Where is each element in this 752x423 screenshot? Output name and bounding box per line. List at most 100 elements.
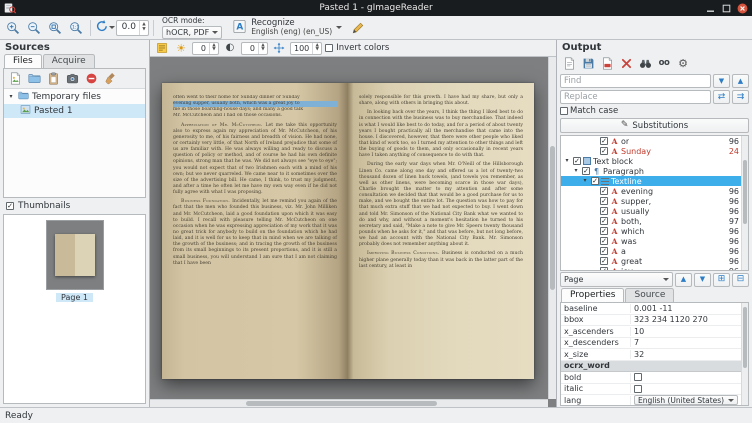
hocr-word-row[interactable]: Agreat96 <box>561 256 741 266</box>
resolution-value[interactable]: 100 <box>291 43 312 54</box>
find-replace-button[interactable] <box>636 55 654 72</box>
layout-button[interactable] <box>154 41 170 56</box>
properties-scrollbar[interactable] <box>741 303 748 405</box>
resolution-spinbox[interactable]: 100 ▲▼ <box>290 42 322 55</box>
replace-button[interactable]: ⇄ <box>713 90 730 104</box>
expander-icon[interactable] <box>572 168 580 174</box>
add-folder-button[interactable] <box>25 70 43 87</box>
hocr-word-row[interactable]: Ausually96 <box>561 206 741 216</box>
rotation-spinbox[interactable]: 0.0 ▲▼ <box>116 20 149 36</box>
previous-item-button[interactable]: ▲ <box>675 273 692 287</box>
substitutions-button[interactable]: oo <box>655 55 673 72</box>
canvas-horizontal-scrollbar[interactable] <box>150 399 548 407</box>
collapse-all-button[interactable]: ⊟ <box>732 273 749 287</box>
find-input[interactable] <box>560 74 711 88</box>
visibility-checkbox[interactable] <box>600 227 608 235</box>
brightness-value[interactable]: 0 <box>193 43 209 54</box>
scrollbar-thumb[interactable] <box>743 160 747 224</box>
brightness-spinbox[interactable]: 0 ▲▼ <box>192 42 219 55</box>
tree-node-temporary-files[interactable]: Temporary files <box>4 90 145 104</box>
zoom-fit-button[interactable] <box>45 18 65 38</box>
hocr-word-row[interactable]: Awhich96 <box>561 226 741 236</box>
zoom-original-button[interactable]: 1:1 <box>66 18 86 38</box>
screenshot-button[interactable] <box>63 70 81 87</box>
sources-file-tree[interactable]: Temporary files Pasted 1 <box>4 89 145 197</box>
scrollbar-thumb[interactable] <box>743 307 747 368</box>
visibility-checkbox[interactable] <box>600 207 608 215</box>
hocr-node-row[interactable]: ¶Paragraph <box>561 166 741 176</box>
contrast-spinbox[interactable]: 0 ▲▼ <box>241 42 268 55</box>
property-value[interactable]: 10 <box>631 327 741 336</box>
property-value[interactable]: 0.001 -11 <box>631 304 741 313</box>
visibility-checkbox[interactable] <box>600 197 608 205</box>
visibility-checkbox[interactable] <box>582 167 590 175</box>
substitutions-button[interactable]: ✎ Substitutions <box>560 118 749 133</box>
visibility-checkbox[interactable] <box>600 267 608 271</box>
maximize-button[interactable] <box>721 3 732 14</box>
ocr-mode-combo[interactable]: hOCR, PDF <box>162 26 222 39</box>
lang-combo[interactable]: English (United States) <box>634 395 738 405</box>
bold-checkbox[interactable] <box>634 373 642 381</box>
spin-arrows-icon[interactable]: ▲▼ <box>139 21 148 35</box>
image-canvas[interactable]: often went to their home for Sunday dinn… <box>150 57 556 407</box>
visibility-checkbox[interactable] <box>600 137 608 145</box>
zoom-out-button[interactable] <box>24 18 44 38</box>
hocr-word-row[interactable]: Ajoy96 <box>561 266 741 271</box>
rotation-value[interactable]: 0.0 <box>117 21 139 35</box>
invert-colors-checkbox[interactable] <box>325 44 333 52</box>
hocr-word-row[interactable]: Aor96 <box>561 136 741 146</box>
tree-item-pasted-1[interactable]: Pasted 1 <box>4 104 145 118</box>
visibility-checkbox[interactable] <box>591 177 599 185</box>
expander-icon[interactable] <box>563 158 571 164</box>
spin-arrows-icon[interactable]: ▲▼ <box>209 43 218 54</box>
visibility-checkbox[interactable] <box>600 147 608 155</box>
hocr-word-row[interactable]: Aa96 <box>561 246 741 256</box>
highlight-pen-button[interactable] <box>348 18 368 38</box>
tab-acquire[interactable]: Acquire <box>43 54 95 68</box>
spin-arrows-icon[interactable]: ▲▼ <box>312 43 321 54</box>
property-value[interactable] <box>631 373 741 381</box>
zoom-in-button[interactable] <box>3 18 23 38</box>
recognize-dropdown-arrow[interactable] <box>336 26 342 29</box>
property-value[interactable]: 323 234 1120 270 <box>631 315 741 324</box>
property-value[interactable]: 32 <box>631 350 741 359</box>
recognize-button[interactable]: A Recognize English (eng) (en_US) <box>227 17 347 38</box>
property-value[interactable] <box>631 385 741 393</box>
visibility-checkbox[interactable] <box>600 247 608 255</box>
expander-icon[interactable] <box>7 94 15 100</box>
export-pdf-button[interactable] <box>598 55 616 72</box>
find-next-button[interactable]: ▼ <box>713 74 730 88</box>
property-value[interactable]: English (United States) <box>631 395 741 405</box>
spin-arrows-icon[interactable]: ▲▼ <box>258 43 267 54</box>
hocr-word-row[interactable]: Aevening96 <box>561 186 741 196</box>
tree-scrollbar[interactable] <box>741 136 748 270</box>
expander-icon[interactable] <box>581 178 589 184</box>
hocr-tree[interactable]: Aor96ASunday24Text block¶ParagraphTextli… <box>560 135 749 271</box>
hocr-word-row[interactable]: Asupper,96 <box>561 196 741 206</box>
hocr-node-row[interactable]: Text block <box>561 156 741 166</box>
tab-files[interactable]: Files <box>4 54 42 68</box>
rotate-button[interactable] <box>95 18 115 38</box>
contrast-value[interactable]: 0 <box>242 43 258 54</box>
italic-checkbox[interactable] <box>634 385 642 393</box>
replace-input[interactable] <box>560 90 711 104</box>
canvas-vertical-scrollbar[interactable] <box>548 57 556 399</box>
save-button[interactable] <box>579 55 597 72</box>
page-thumbnail[interactable] <box>46 220 104 290</box>
add-images-button[interactable] <box>6 70 24 87</box>
minimize-button[interactable] <box>705 3 716 14</box>
paste-button[interactable] <box>44 70 62 87</box>
match-case-checkbox[interactable] <box>560 107 568 115</box>
replace-all-button[interactable]: ⇉ <box>732 90 749 104</box>
visibility-checkbox[interactable] <box>600 237 608 245</box>
page-combo[interactable]: Page <box>560 272 673 287</box>
property-value[interactable]: 7 <box>631 338 741 347</box>
hocr-word-row[interactable]: ASunday24 <box>561 146 741 156</box>
expand-all-button[interactable]: ⊞ <box>713 273 730 287</box>
hocr-node-row[interactable]: Textline <box>561 176 741 186</box>
clear-sources-button[interactable] <box>101 70 119 87</box>
tab-source[interactable]: Source <box>625 288 674 302</box>
visibility-checkbox[interactable] <box>573 157 581 165</box>
clear-output-button[interactable] <box>617 55 635 72</box>
next-item-button[interactable]: ▼ <box>694 273 711 287</box>
